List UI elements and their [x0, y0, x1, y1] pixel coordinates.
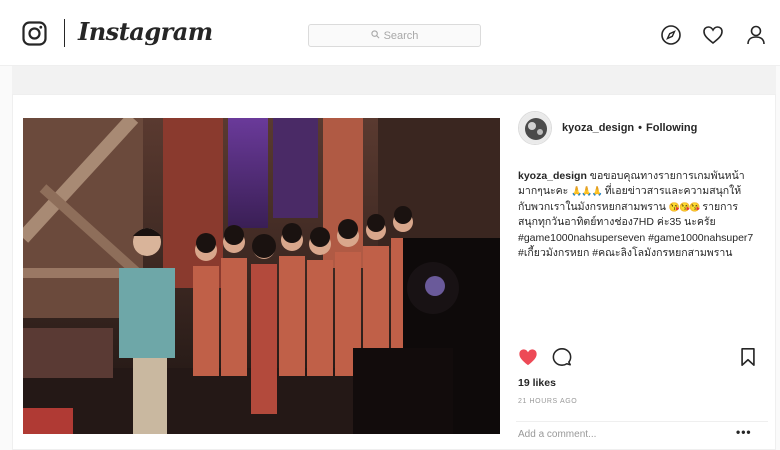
post-actions: [518, 347, 756, 369]
feed-spacer: [12, 66, 776, 94]
logo-divider: [64, 19, 65, 47]
add-comment-input[interactable]: Add a comment...: [518, 429, 596, 440]
instagram-camera-icon[interactable]: [22, 21, 47, 46]
search-icon: [370, 29, 380, 42]
likes-count[interactable]: 19 likes: [518, 377, 556, 389]
comment-icon[interactable]: [552, 347, 572, 367]
search-input[interactable]: Search: [308, 24, 481, 47]
following-button[interactable]: Following: [646, 122, 697, 134]
avatar[interactable]: [518, 111, 552, 145]
heart-icon[interactable]: [702, 24, 724, 46]
caption-username[interactable]: kyoza_design: [518, 170, 587, 182]
profile-icon[interactable]: [745, 24, 767, 46]
more-options-icon[interactable]: •••: [736, 425, 752, 439]
explore-compass-icon[interactable]: [660, 24, 682, 46]
caption-emoji-2: 😘😘😘: [668, 201, 701, 212]
post-timestamp: 21 HOURS AGO: [518, 398, 578, 405]
post-card: kyoza_design • Following kyoza_design ขอ…: [12, 94, 776, 450]
post-caption: kyoza_design ขอขอบคุณทางรายการเกมพันหน้า…: [518, 169, 754, 261]
post-header: kyoza_design • Following: [516, 107, 768, 149]
header-separator: •: [638, 122, 642, 134]
bookmark-icon[interactable]: [738, 347, 758, 367]
post-photo[interactable]: [23, 118, 500, 434]
post-sidebar: kyoza_design • Following kyoza_design ขอ…: [516, 107, 768, 447]
caption-emoji-1: 🙏🙏🙏: [571, 186, 603, 197]
instagram-wordmark[interactable]: Instagram: [78, 17, 213, 46]
top-navigation-bar: Instagram Search: [0, 0, 780, 66]
search-placeholder: Search: [383, 29, 419, 42]
comment-divider: [516, 421, 768, 422]
post-username[interactable]: kyoza_design: [562, 122, 634, 134]
like-heart-icon[interactable]: [518, 347, 538, 367]
